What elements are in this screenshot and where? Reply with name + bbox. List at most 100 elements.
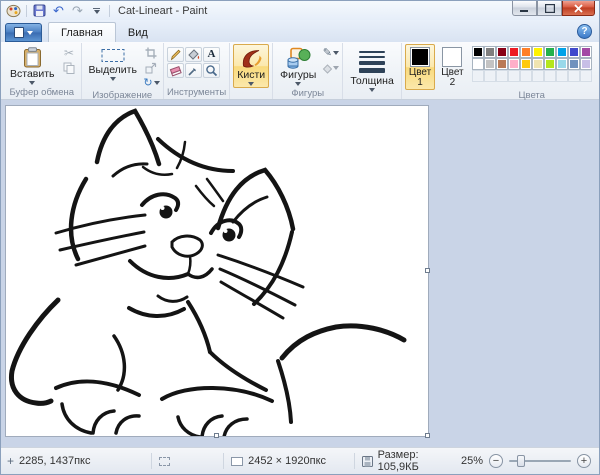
palette-swatch[interactable] [545, 47, 555, 57]
palette-empty-slot[interactable] [569, 71, 579, 81]
palette-swatch[interactable] [533, 59, 543, 69]
palette-swatch[interactable] [473, 47, 483, 57]
brushes-label: Кисти [237, 70, 265, 81]
select-button[interactable]: Выделить [85, 44, 141, 83]
workspace [1, 100, 599, 447]
canvas-resize-handle-corner[interactable] [425, 433, 430, 438]
palette-swatch[interactable] [473, 59, 483, 69]
palette-swatch[interactable] [557, 47, 567, 57]
cut-button[interactable]: ✂ [61, 46, 78, 60]
palette-empty-slot[interactable] [545, 71, 555, 81]
eyedropper-icon [187, 64, 200, 77]
palette-swatch[interactable] [521, 59, 531, 69]
palette-swatch[interactable] [521, 47, 531, 57]
resize-icon [145, 62, 157, 74]
chevron-down-icon [295, 82, 301, 86]
zoom-out-button[interactable]: − [489, 454, 503, 468]
palette-swatch[interactable] [497, 47, 507, 57]
palette-swatch[interactable] [557, 59, 567, 69]
app-menu-button[interactable] [5, 23, 42, 42]
resize-button[interactable] [143, 61, 160, 75]
brushes-button[interactable]: Кисти [233, 44, 269, 88]
zoom-slider[interactable] [509, 460, 571, 462]
tab-view[interactable]: Вид [116, 23, 160, 42]
status-divider [354, 453, 355, 469]
ribbon-tab-row: Главная Вид ? [1, 20, 599, 42]
palette-empty-slot[interactable] [581, 71, 591, 81]
palette-empty-slot[interactable] [497, 71, 507, 81]
titlebar: ↶ ↷ Cat-Lineart - Paint [1, 1, 599, 20]
selection-rect-icon [100, 47, 126, 64]
outline-pencil-icon: ✎ [323, 48, 332, 58]
palette-empty-slot[interactable] [473, 71, 483, 81]
undo-button[interactable]: ↶ [50, 3, 67, 19]
canvas-resize-handle-right[interactable] [425, 268, 430, 273]
magnifier-tool-button[interactable] [203, 63, 220, 78]
paint-logo-icon[interactable] [5, 3, 22, 19]
drawing-canvas[interactable] [6, 106, 428, 436]
size-button[interactable]: Толщина [346, 44, 397, 94]
tab-home[interactable]: Главная [48, 22, 116, 42]
zoom-slider-thumb[interactable] [517, 455, 525, 467]
magnifier-icon [205, 64, 218, 77]
copy-button[interactable] [61, 61, 78, 75]
ribbon: Вставить ✂ Буфер обмена Выделить [1, 42, 599, 100]
zoom-controls: 25% − + [461, 454, 593, 468]
palette-swatch[interactable] [569, 47, 579, 57]
palette-swatch[interactable] [509, 59, 519, 69]
palette-swatch[interactable] [581, 47, 591, 57]
text-tool-icon: A [207, 49, 215, 60]
group-image: Выделить ↻ Изображение [82, 43, 164, 99]
save-button[interactable] [31, 3, 48, 19]
color-picker-tool-button[interactable] [185, 63, 202, 78]
palette-empty-slot[interactable] [509, 71, 519, 81]
cursor-position-icon: + [7, 456, 14, 466]
shape-fill-button[interactable] [322, 61, 339, 75]
palette-swatch[interactable] [509, 47, 519, 57]
qat-customize-button[interactable] [88, 3, 105, 19]
crop-icon [145, 47, 157, 59]
cat-lineart-drawing [6, 106, 428, 436]
palette-swatch[interactable] [569, 59, 579, 69]
size-label: Толщина [350, 76, 393, 87]
zoom-in-button[interactable]: + [577, 454, 591, 468]
group-colors: Цвет1 Цвет2 Изменениецветов Цвета [402, 43, 600, 99]
minimize-button[interactable] [512, 1, 537, 16]
palette-empty-slot[interactable] [521, 71, 531, 81]
rotate-button[interactable]: ↻ [143, 76, 160, 90]
palette-empty-slot[interactable] [557, 71, 567, 81]
palette-swatch[interactable] [497, 59, 507, 69]
eraser-tool-button[interactable] [167, 63, 184, 78]
fill-tool-button[interactable] [185, 47, 202, 62]
color1-swatch [410, 47, 430, 67]
text-tool-button[interactable]: A [203, 47, 220, 62]
selection-size-icon [159, 457, 170, 466]
statusbar: + 2285, 1437пкс 2452 × 1920пкс Размер: 1… [1, 447, 599, 474]
redo-button[interactable]: ↷ [69, 3, 86, 19]
qat-separator [109, 5, 110, 17]
shape-outline-button[interactable]: ✎ [322, 46, 339, 60]
shapes-label: Фигуры [280, 70, 316, 81]
palette-swatch[interactable] [485, 47, 495, 57]
color1-button[interactable]: Цвет1 [405, 44, 435, 90]
paste-button[interactable]: Вставить [6, 44, 59, 87]
color2-label: Цвет2 [441, 68, 463, 88]
group-size: Толщина [343, 43, 401, 99]
pencil-tool-button[interactable] [167, 47, 184, 62]
clipboard-icon [23, 47, 42, 68]
eraser-icon [169, 64, 182, 77]
palette-swatch[interactable] [581, 59, 591, 69]
help-button[interactable]: ? [577, 24, 592, 39]
palette-swatch[interactable] [545, 59, 555, 69]
shapes-button[interactable]: Фигуры [276, 44, 320, 88]
color2-button[interactable]: Цвет2 [437, 44, 467, 90]
canvas-resize-handle-bottom[interactable] [214, 433, 219, 438]
crop-button[interactable] [143, 46, 160, 60]
close-button[interactable] [562, 1, 595, 16]
maximize-button[interactable] [537, 1, 562, 16]
palette-empty-slot[interactable] [485, 71, 495, 81]
chevron-down-icon [27, 31, 33, 35]
palette-swatch[interactable] [533, 47, 543, 57]
palette-empty-slot[interactable] [533, 71, 543, 81]
palette-swatch[interactable] [485, 59, 495, 69]
